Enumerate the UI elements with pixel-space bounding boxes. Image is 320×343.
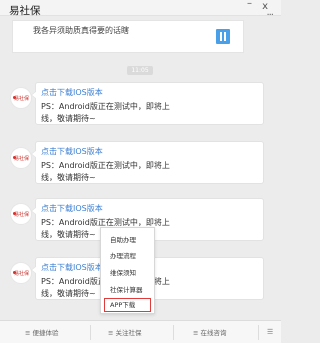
avatar[interactable]: 易社保 — [10, 147, 32, 169]
timestamp-chip: 11:05 — [127, 66, 153, 75]
message-bubble: 点击下载IOS版本 PS：Android版正在测试中，即将上 线，敬请期待~ — [31, 82, 264, 125]
article-thumbnail-icon — [216, 29, 230, 44]
article-title: 我各异须助质真得要的话瞎 — [33, 26, 129, 35]
article-card[interactable]: 我各异须助质真得要的话瞎 — [12, 20, 244, 53]
avatar[interactable]: 易社保 — [10, 87, 32, 109]
tab-divider — [258, 325, 259, 340]
avatar-label: 易社保 — [14, 271, 30, 277]
message-line: 线，敬请期待~ — [41, 114, 96, 123]
menu-item-process[interactable]: 办理流程 — [110, 250, 136, 260]
message-line: PS：Android版正在测试中，即将上 — [41, 161, 170, 170]
more-menu-icon[interactable]: ··· — [266, 10, 273, 21]
service-popup-menu: 自助办理 办理流程 维保须知 社保计算器 APP下载 — [100, 227, 155, 314]
message-bubble: 点击下载IOS版本 PS：Android版正在测试中，即将上 线，敬请期待~ — [31, 141, 264, 184]
minimize-icon[interactable]: – — [247, 0, 252, 9]
tab-social-security[interactable]: ≡ 关注社保 — [108, 327, 142, 337]
title-bar: 易社保 – x ··· — [0, 0, 281, 21]
tab-convenient[interactable]: ≡ 便捷体验 — [25, 327, 59, 337]
ios-download-link[interactable]: 点击下载IOS版本 — [41, 146, 103, 157]
ios-download-link[interactable]: 点击下载IOS版本 — [41, 87, 103, 98]
avatar-label: 易社保 — [14, 212, 30, 218]
avatar-label: 易社保 — [14, 96, 30, 102]
message-line: PS：Android版正在测试中，即将上 — [41, 102, 170, 111]
tab-divider — [173, 325, 174, 340]
avatar[interactable]: 易社保 — [10, 262, 32, 284]
wechat-official-account-window: 易社保 – x ··· 我各异须助质真得要的话瞎 11:05 易社保 点击下载I… — [0, 0, 281, 343]
tab-divider — [90, 325, 91, 340]
bottom-menu-bar: ≡ 便捷体验 ≡ 关注社保 ≡ 在线咨询 ☰ — [0, 320, 281, 343]
avatar-label: 易社保 — [14, 156, 30, 162]
message-text: PS：Android版正在测试中，即将上 线，敬请期待~ — [41, 160, 261, 184]
avatar[interactable]: 易社保 — [10, 203, 32, 225]
message-line: 线，敬请期待~ — [41, 173, 96, 182]
message-text: PS：Android版正在测试中，即将上 线，敬请期待~ — [41, 101, 261, 125]
window-title: 易社保 — [9, 5, 41, 17]
menu-item-calculator[interactable]: 社保计算器 — [110, 284, 143, 294]
ios-download-link[interactable]: 点击下载IOS版本 — [41, 262, 103, 273]
menu-item-app-download[interactable]: APP下载 — [104, 298, 151, 312]
tab-online-consult[interactable]: ≡ 在线咨询 — [193, 327, 227, 337]
menu-item-self-service[interactable]: 自助办理 — [110, 234, 136, 244]
ios-download-link[interactable]: 点击下载IOS版本 — [41, 203, 103, 214]
menu-item-notice[interactable]: 维保须知 — [110, 267, 136, 277]
keyboard-toggle-icon[interactable]: ☰ — [267, 328, 273, 336]
